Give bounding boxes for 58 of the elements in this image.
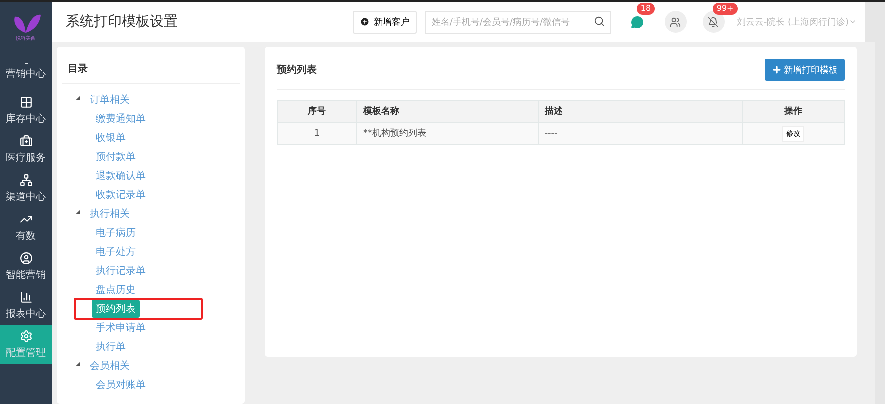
medical-kit-icon	[20, 134, 32, 148]
nav-item[interactable]: 医疗服务	[0, 130, 52, 169]
add-customer-button[interactable]: 新增客户	[352, 10, 417, 34]
tree-item[interactable]: 电子病历	[96, 226, 136, 240]
plus-icon	[772, 65, 782, 75]
tree-group[interactable]: 会员相关	[90, 358, 130, 372]
column-header: 操作	[742, 100, 844, 122]
nav-item[interactable]: 配置管理	[0, 325, 52, 364]
nav-item[interactable]: 智能营销	[0, 247, 52, 286]
chat-icon	[631, 16, 644, 28]
table-cell: ----	[538, 122, 742, 144]
table-cell: 1	[278, 122, 357, 144]
panel-title: 预约列表	[277, 64, 317, 77]
column-header: 描述	[538, 100, 742, 122]
table-cell: **机构预约列表	[356, 122, 538, 144]
person-icon	[20, 252, 32, 264]
page-title: 系统打印模板设置	[66, 13, 179, 31]
grid-icon	[20, 96, 32, 108]
search-field[interactable]: 姓名/手机号/会员号/病历号/微信号	[424, 11, 611, 34]
tree-item[interactable]: 电子处方	[96, 244, 136, 258]
tree-item[interactable]: 收银单	[96, 130, 126, 144]
contacts-button[interactable]	[664, 11, 687, 33]
expand-icon[interactable]	[76, 362, 82, 369]
search-icon	[594, 16, 605, 27]
nav-item[interactable]: 渠道中心	[0, 169, 52, 208]
muted-bell-icon	[708, 16, 720, 28]
bar-chart-icon	[20, 290, 32, 304]
count-badge: 99+	[712, 3, 738, 15]
hierarchy-icon	[20, 174, 32, 186]
plus-icon	[360, 17, 370, 27]
column-header: 模板名称	[356, 100, 538, 122]
nav-item[interactable]: 库存中心	[0, 91, 52, 130]
tree-item[interactable]: 执行单	[96, 340, 126, 354]
count-badge: 18	[636, 3, 656, 15]
tree-item[interactable]: 缴费通知单	[96, 112, 146, 126]
expand-icon[interactable]	[76, 210, 82, 217]
tree-item[interactable]: 执行记录单	[96, 264, 146, 278]
settings-icon	[20, 330, 32, 342]
tree-item[interactable]: 预约列表	[92, 300, 140, 318]
user-menu[interactable]: 刘云云-院长 (上海闵行门诊)	[736, 16, 857, 28]
people-icon	[670, 16, 682, 28]
notifications-button[interactable]	[702, 11, 725, 33]
tree-item[interactable]: 退款确认单	[96, 168, 146, 182]
tree-item[interactable]: 盘点历史	[96, 282, 136, 296]
chevron-icon	[849, 18, 857, 26]
catalog-title: 目录	[62, 47, 240, 84]
column-header: 序号	[278, 100, 357, 122]
nav-item[interactable]: 有数	[0, 208, 52, 247]
tree-item[interactable]: 会员对账单	[96, 378, 146, 392]
nav-item[interactable]: 营销中心	[0, 52, 52, 91]
tree-group[interactable]: 订单相关	[90, 92, 130, 106]
expand-icon[interactable]	[76, 96, 82, 103]
nav-item[interactable]: 报表中心	[0, 286, 52, 325]
tree-item[interactable]: 预付款单	[96, 150, 136, 164]
tree-item[interactable]: 收款记录单	[96, 188, 146, 202]
tree-item[interactable]: 手术申请单	[96, 320, 146, 334]
add-template-button[interactable]: 新增打印模板	[765, 59, 845, 81]
tree-group[interactable]: 执行相关	[90, 206, 130, 220]
